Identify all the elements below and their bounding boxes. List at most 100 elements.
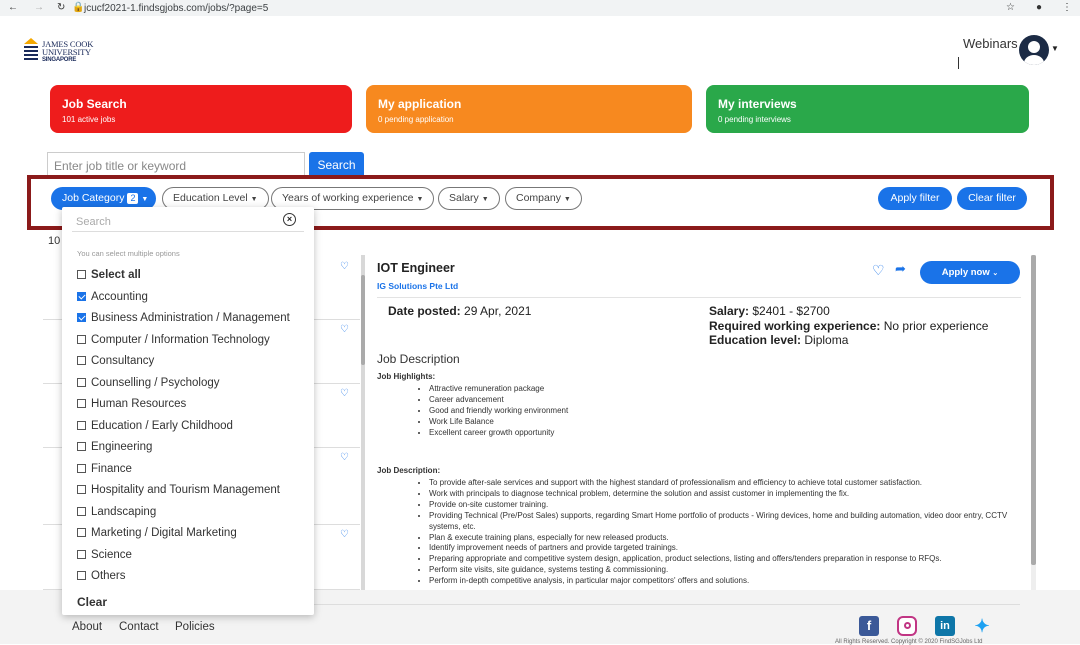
tile-title: My application <box>378 97 462 111</box>
checkbox[interactable] <box>77 571 86 580</box>
checkbox[interactable] <box>77 507 86 516</box>
job-company[interactable]: IG Solutions Pte Ltd <box>377 281 458 291</box>
checkbox[interactable] <box>77 356 86 365</box>
tile-my-interviews[interactable]: My interviews 0 pending interviews <box>706 85 1029 133</box>
category-option[interactable]: Landscaping <box>77 506 156 518</box>
back-icon[interactable]: ← <box>8 2 18 13</box>
date-posted: Date posted: 29 Apr, 2021 <box>388 304 531 318</box>
apply-now-button[interactable]: Apply now ⌄ <box>920 261 1020 284</box>
category-option[interactable]: Education / Early Childhood <box>77 420 233 432</box>
jcu-logo[interactable]: JAMES COOK UNIVERSITY SINGAPORE <box>22 34 102 68</box>
scrollbar-thumb[interactable] <box>1031 255 1036 565</box>
checkbox[interactable] <box>77 335 86 344</box>
job-highlights: Job Highlights: Attractive remuneration … <box>377 372 1027 439</box>
list-item: Perform site visits, site guidance, syst… <box>429 565 1027 576</box>
heart-icon[interactable]: ♡ <box>340 388 349 399</box>
dropdown-hint: You can select multiple options <box>77 249 180 258</box>
dropdown-search-input[interactable]: Search <box>76 216 111 228</box>
close-icon[interactable]: × <box>283 213 296 226</box>
reload-icon[interactable]: ↻ <box>57 2 65 13</box>
category-option[interactable]: Computer / Information Technology <box>77 334 270 346</box>
facebook-icon[interactable]: f <box>859 616 879 636</box>
menu-icon[interactable]: ⋮ <box>1062 2 1072 13</box>
checkbox[interactable] <box>77 399 86 408</box>
checkbox[interactable] <box>77 292 86 301</box>
heart-icon[interactable]: ♡ <box>340 529 349 540</box>
dropdown-clear-button[interactable]: Clear <box>77 595 107 609</box>
tile-job-search[interactable]: Job Search 101 active jobs <box>50 85 352 133</box>
webinars-link[interactable]: Webinars <box>963 36 1018 51</box>
checkbox[interactable] <box>77 421 86 430</box>
filter-experience-label: Years of working experience <box>282 192 414 204</box>
heart-icon[interactable]: ♡ <box>340 324 349 335</box>
checkbox[interactable] <box>77 528 86 537</box>
heart-icon[interactable]: ♡ <box>872 262 885 279</box>
category-option[interactable]: Engineering <box>77 441 152 453</box>
checkbox[interactable] <box>77 313 86 322</box>
list-item: Providing Technical (Pre/Post Sales) sup… <box>429 511 1027 533</box>
option-label: Science <box>91 549 132 561</box>
apply-filter-button[interactable]: Apply filter <box>878 187 952 210</box>
avatar-dropdown-icon[interactable]: ▼ <box>1051 44 1059 53</box>
list-item: Excellent career growth opportunity <box>429 428 1027 439</box>
salary-label: Salary: <box>709 304 750 318</box>
footer-policies-link[interactable]: Policies <box>175 621 215 633</box>
scrollbar-thumb[interactable] <box>361 275 365 365</box>
filter-salary[interactable]: Salary ▼ <box>438 187 500 210</box>
category-option[interactable]: Business Administration / Management <box>77 312 290 324</box>
avatar[interactable] <box>1019 35 1049 65</box>
filter-job-category-label: Job Category <box>62 192 125 204</box>
category-option[interactable]: Hospitality and Tourism Management <box>77 484 280 496</box>
checkbox[interactable] <box>77 378 86 387</box>
checkbox[interactable] <box>77 485 86 494</box>
option-label: Hospitality and Tourism Management <box>91 484 280 496</box>
linkedin-icon[interactable]: in <box>935 616 955 636</box>
tile-subtitle: 0 pending application <box>378 115 454 124</box>
copyright: All Rights Reserved. Copyright © 2020 Fi… <box>835 639 983 645</box>
category-option[interactable]: Human Resources <box>77 398 186 410</box>
footer-contact-link[interactable]: Contact <box>119 621 159 633</box>
experience-value: No prior experience <box>883 318 989 333</box>
list-item: To provide after-sale services and suppo… <box>429 478 1027 489</box>
category-option[interactable]: Science <box>77 549 132 561</box>
twitter-icon[interactable]: ✦ <box>972 616 992 636</box>
heart-icon[interactable]: ♡ <box>340 261 349 272</box>
description-sub-heading: Job Description: <box>377 466 441 475</box>
checkbox[interactable] <box>77 442 86 451</box>
filter-count-badge: 2 <box>127 193 139 204</box>
tile-my-application[interactable]: My application 0 pending application <box>366 85 692 133</box>
select-all-option[interactable]: Select all <box>77 269 141 281</box>
list-scrollbar[interactable] <box>361 255 365 590</box>
list-item: Career advancement <box>429 395 1027 406</box>
option-label: Human Resources <box>91 398 187 410</box>
profile-icon[interactable]: ● <box>1036 2 1042 13</box>
footer-about-link[interactable]: About <box>72 621 102 633</box>
share-icon[interactable]: ➦ <box>895 261 906 277</box>
checkbox[interactable] <box>77 550 86 559</box>
option-label: Accounting <box>91 291 148 303</box>
forward-icon[interactable]: → <box>34 2 44 13</box>
category-option[interactable]: Consultancy <box>77 355 154 367</box>
checkbox[interactable] <box>77 464 86 473</box>
star-icon[interactable]: ☆ <box>1006 2 1015 13</box>
category-option[interactable]: Finance <box>77 463 132 475</box>
url-bar[interactable]: jcucf2021-1.findsgjobs.com/jobs/?page=5 <box>84 2 268 16</box>
checkbox[interactable] <box>77 270 86 279</box>
filter-company[interactable]: Company ▼ <box>505 187 582 210</box>
category-option[interactable]: Counselling / Psychology <box>77 377 220 389</box>
list-item: Identify improvement needs of partners a… <box>429 543 1027 554</box>
instagram-icon[interactable] <box>897 616 917 636</box>
heart-icon[interactable]: ♡ <box>340 452 349 463</box>
detail-scrollbar[interactable] <box>1031 255 1036 590</box>
clear-filter-button[interactable]: Clear filter <box>957 187 1027 210</box>
education-label: Education level: <box>709 333 802 347</box>
list-item: Work Life Balance <box>429 417 1027 428</box>
tile-subtitle: 0 pending interviews <box>718 115 791 124</box>
apply-now-label: Apply now <box>941 267 990 278</box>
jcu-emblem-icon <box>24 38 38 60</box>
category-option[interactable]: Others <box>77 570 126 582</box>
category-option[interactable]: Marketing / Digital Marketing <box>77 527 237 539</box>
option-label: Education / Early Childhood <box>91 420 233 432</box>
list-item: Attractive remuneration package <box>429 384 1027 395</box>
category-option[interactable]: Accounting <box>77 291 148 303</box>
